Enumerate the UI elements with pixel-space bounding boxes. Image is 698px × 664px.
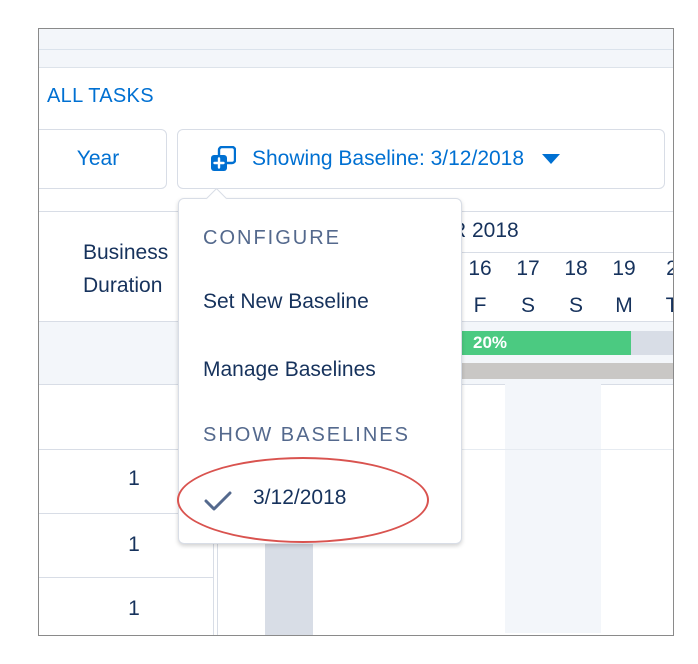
- baseline-bar: [459, 363, 673, 379]
- stacked-squares-plus-icon: [211, 146, 236, 171]
- duration-cell[interactable]: 1: [99, 467, 169, 491]
- header-line-1: Business: [83, 241, 169, 264]
- top-bar: [39, 29, 673, 68]
- year-button-label: Year: [76, 147, 120, 170]
- progress-bar[interactable]: 20%: [459, 331, 631, 355]
- day-number: 17: [516, 257, 540, 280]
- day-number: 18: [564, 257, 588, 280]
- configure-header: CONFIGURE: [203, 227, 341, 249]
- baseline-button-label: Showing Baseline: 3/12/2018: [252, 147, 525, 170]
- year-button[interactable]: Year: [39, 129, 167, 189]
- weekday-letter: M: [615, 294, 633, 317]
- header-line-2: Duration: [83, 274, 163, 297]
- weekday-letter: S: [568, 294, 583, 317]
- set-new-baseline-item[interactable]: Set New Baseline: [203, 290, 369, 314]
- duration-cell[interactable]: 1: [99, 533, 169, 557]
- baseline-dropdown-button[interactable]: Showing Baseline: 3/12/2018: [177, 129, 665, 189]
- timeline-shade: [265, 539, 313, 635]
- weekend-column-shade: [505, 383, 601, 633]
- day-number: 2: [649, 257, 673, 281]
- divider: [459, 252, 673, 253]
- all-tasks-link[interactable]: ALL TASKS: [47, 85, 154, 108]
- day-number: 19: [612, 257, 636, 280]
- weekday-letter: T: [649, 294, 673, 318]
- progress-bar-remaining: [631, 331, 673, 355]
- business-duration-header: Business Duration: [83, 236, 168, 302]
- weekday-letter: F: [473, 294, 487, 317]
- divider: [39, 49, 673, 50]
- manage-baselines-item[interactable]: Manage Baselines: [203, 358, 376, 382]
- highlight-ring: [177, 457, 429, 543]
- day-number: 16: [468, 257, 492, 280]
- duration-cell[interactable]: 1: [99, 597, 169, 621]
- caret-down-icon: [542, 154, 561, 164]
- weekday-letter: S: [520, 294, 535, 317]
- show-baselines-header: SHOW BASELINES: [203, 424, 410, 446]
- row-divider: [39, 577, 213, 578]
